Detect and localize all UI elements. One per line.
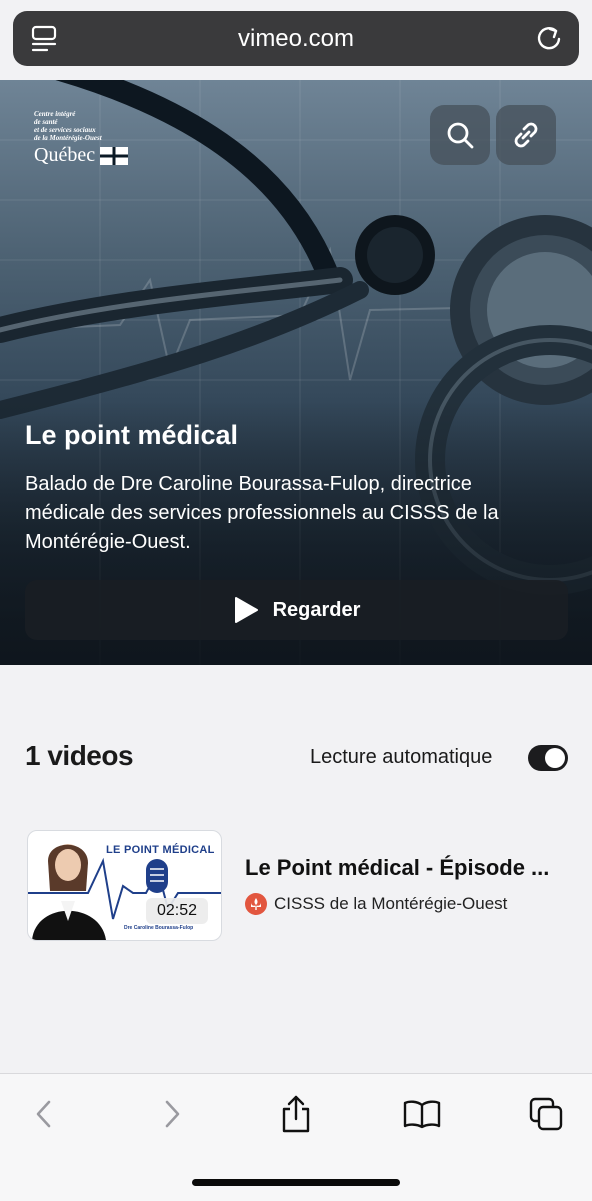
url-text[interactable]: vimeo.com (13, 11, 579, 66)
logo-line-4: de la Montérégie-Ouest (34, 134, 102, 142)
watch-label: Regarder (272, 598, 361, 621)
video-channel[interactable]: CISSS de la Montérégie-Ouest (245, 893, 507, 915)
browser-top-bar: vimeo.com (0, 0, 592, 80)
stethoscope-background (0, 80, 592, 665)
bookmarks-icon (403, 1100, 441, 1129)
toggle-knob (545, 748, 565, 768)
autoplay-label: Lecture automatique (310, 746, 493, 768)
quebec-flag-icon (100, 146, 129, 165)
page-title: Le point médical (25, 420, 239, 450)
channel-name: CISSS de la Montérégie-Ouest (274, 894, 508, 913)
search-button[interactable] (430, 105, 490, 165)
watch-button[interactable]: Regarder (25, 580, 568, 640)
page-description: Balado de Dre Caroline Bourassa-Fulop, d… (25, 473, 499, 553)
forward-icon (165, 1100, 180, 1128)
copy-link-button[interactable] (496, 105, 556, 165)
forward-button[interactable] (155, 1096, 189, 1132)
share-button[interactable] (279, 1095, 313, 1133)
logo-line-3: et de services sociaux (34, 126, 96, 134)
back-button[interactable] (27, 1096, 61, 1132)
bookmarks-button[interactable] (403, 1096, 441, 1132)
video-thumbnail[interactable]: LE POINT MÉDICAL Dre Caroline Bourassa-F… (27, 830, 222, 941)
hero-banner: Centre intégré de santé et de services s… (0, 80, 592, 665)
cisss-logo: Centre intégré de santé et de services s… (34, 110, 129, 167)
tabs-icon (529, 1097, 563, 1131)
autoplay-toggle[interactable] (528, 745, 568, 771)
back-icon (36, 1100, 51, 1128)
address-bar[interactable]: vimeo.com (13, 11, 579, 66)
link-icon (514, 122, 538, 148)
fleur-de-lis-icon (251, 898, 261, 910)
reload-icon[interactable] (535, 25, 563, 53)
logo-line-2: de santé (34, 118, 58, 126)
videos-count: 1 videos (25, 740, 134, 771)
home-indicator (192, 1179, 400, 1186)
logo-quebec: Québec (34, 144, 96, 166)
logo-line-1: Centre intégré (34, 110, 76, 118)
search-icon (447, 122, 474, 149)
play-icon (234, 597, 258, 623)
video-title[interactable]: Le Point médical - Épisode ... (245, 855, 549, 881)
thumbnail-subtitle: Dre Caroline Bourassa-Fulop (124, 925, 194, 931)
video-duration: 02:52 (146, 898, 208, 924)
thumbnail-title: LE POINT MÉDICAL (106, 844, 215, 856)
channel-avatar (245, 893, 267, 915)
tabs-button[interactable] (529, 1096, 563, 1132)
share-icon (282, 1095, 310, 1133)
